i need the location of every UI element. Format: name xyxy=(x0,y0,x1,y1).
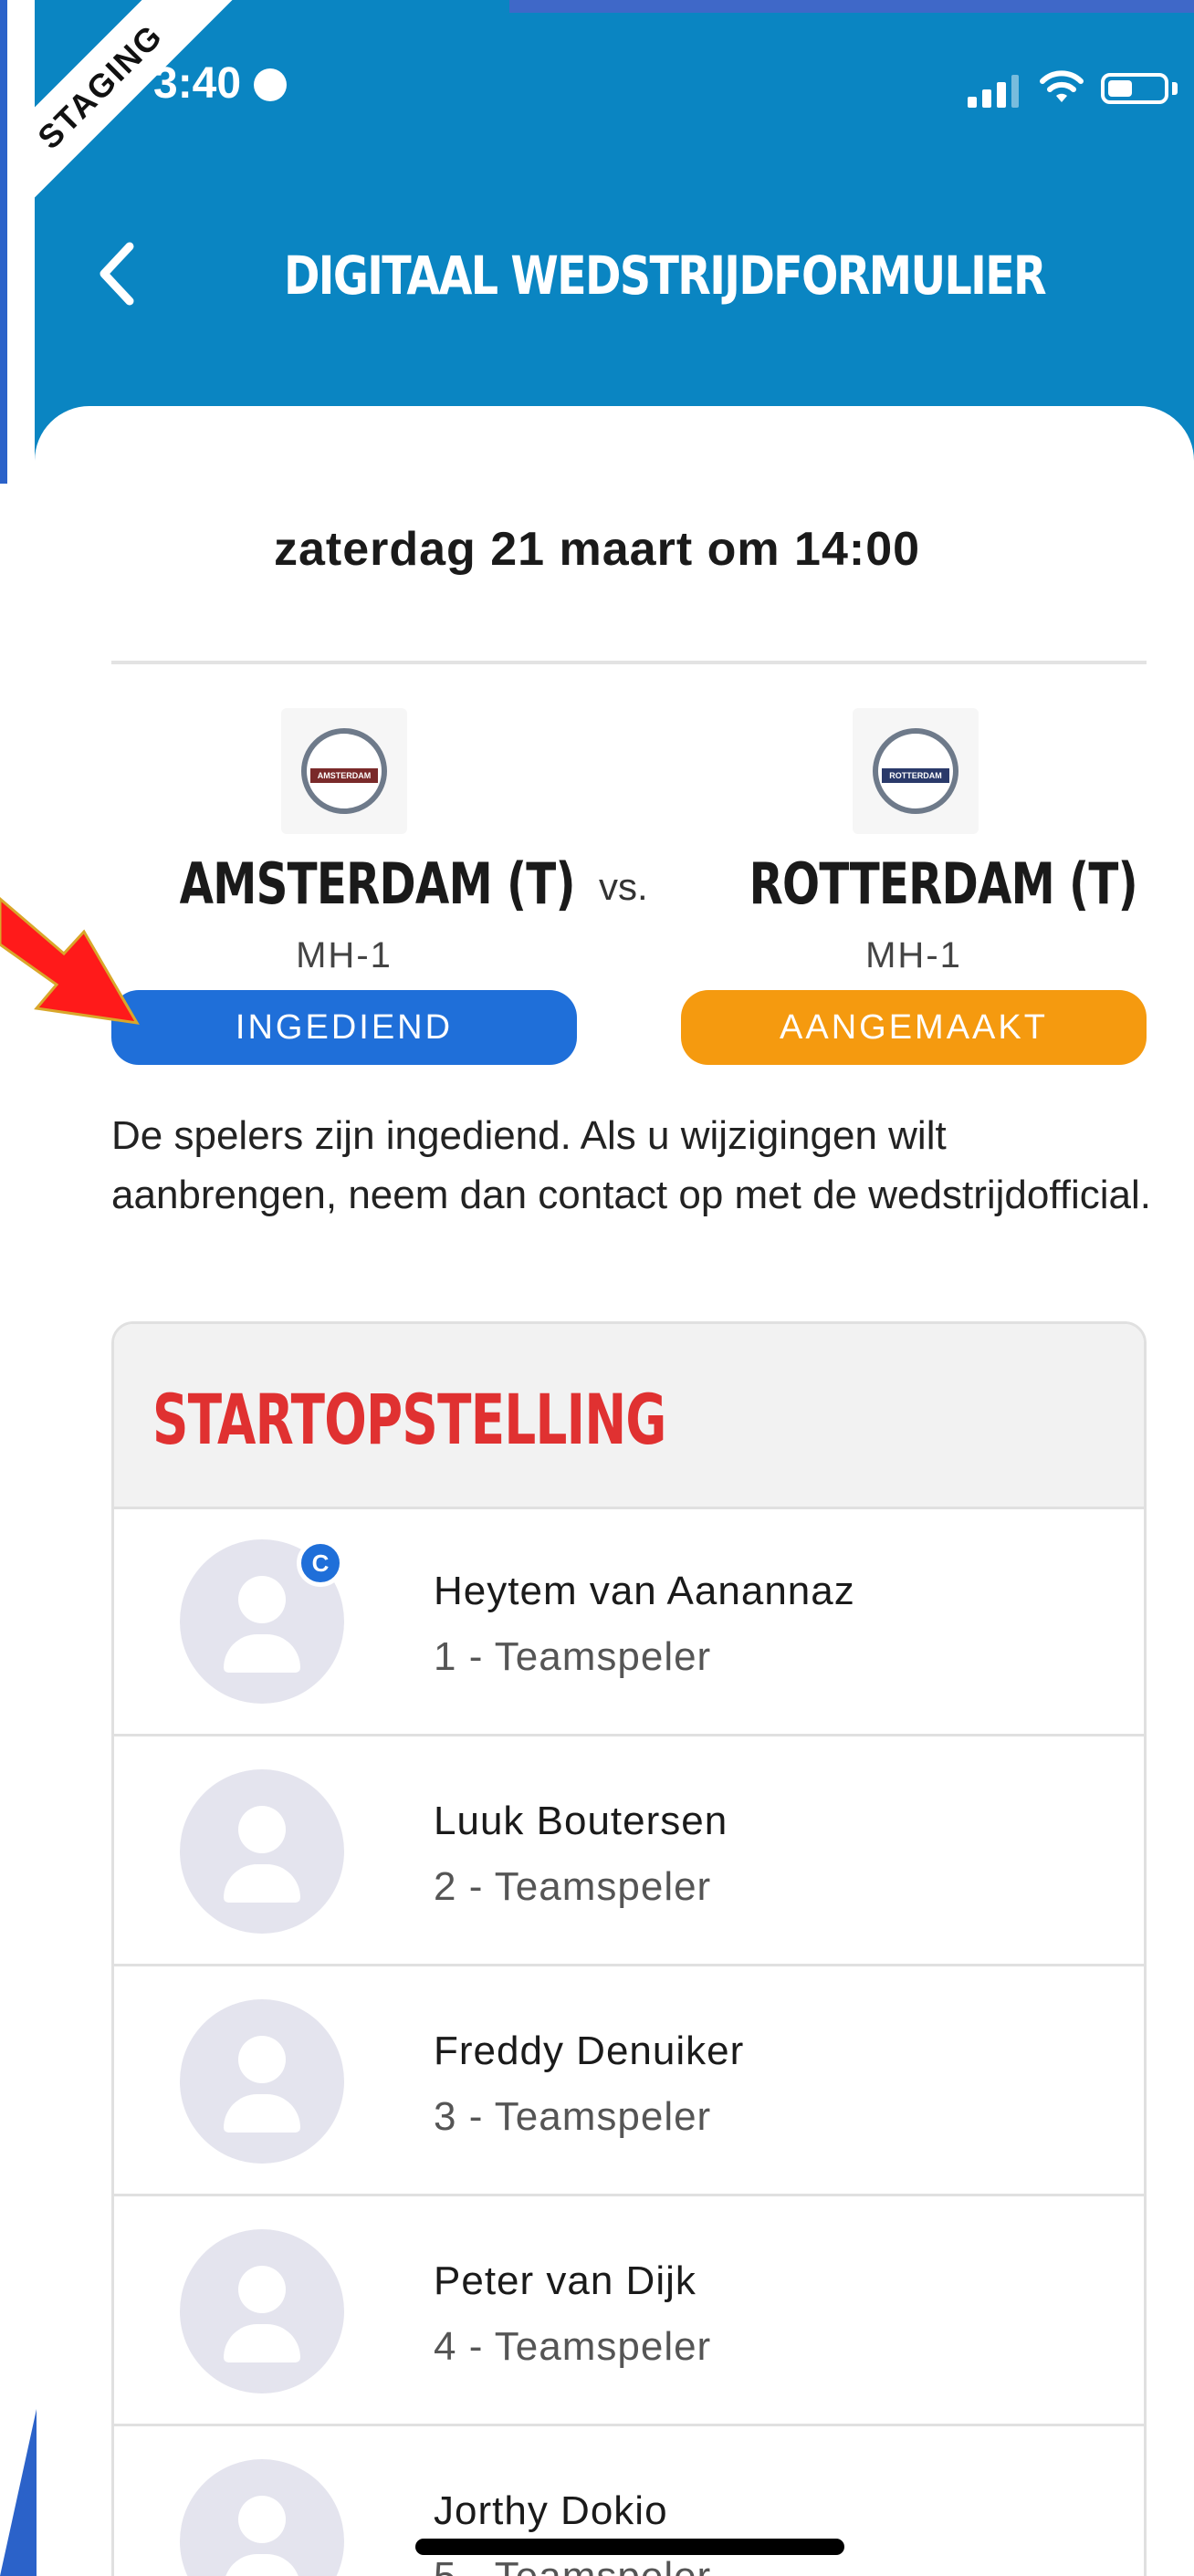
submission-notice: De spelers zijn ingediend. Als u wijzigi… xyxy=(111,1113,1152,1217)
chevron-left-icon xyxy=(100,242,134,306)
wifi-icon xyxy=(1040,70,1084,102)
avatar-head xyxy=(238,1806,286,1853)
divider xyxy=(111,661,1147,664)
away-team-category: MH-1 xyxy=(865,935,962,975)
top-edge-strip xyxy=(509,0,1194,13)
player-name: Jorthy Dokio xyxy=(434,2488,668,2533)
home-status-badge: INGEDIEND xyxy=(111,990,577,1065)
lineup-header: STARTOPSTELLING xyxy=(114,1324,1144,1509)
player-name: Freddy Denuiker xyxy=(434,2028,745,2073)
home-logo-text: AMSTERDAM xyxy=(310,768,378,783)
player-row[interactable]: Peter van Dijk 4 - Teamspeler xyxy=(114,2196,1144,2426)
avatar-body xyxy=(224,2324,300,2362)
smiley-icon xyxy=(254,68,288,101)
player-role: 5 - Teamspeler xyxy=(434,2554,711,2576)
status-bar: 3:40 xyxy=(35,37,1194,137)
home-team-category: MH-1 xyxy=(296,935,393,975)
away-team-name: ROTTERDAM (T) xyxy=(749,850,1138,917)
screenshot-page: 3:40 DIGITAAL WEDSTRIJDFORMULIER STAGING xyxy=(0,0,1194,2576)
home-indicator[interactable] xyxy=(415,2539,844,2555)
battery-icon xyxy=(1101,73,1168,104)
battery-level xyxy=(1108,80,1132,97)
avatar-icon xyxy=(180,1999,344,2164)
player-name: Peter van Dijk xyxy=(434,2258,696,2303)
avatar-body xyxy=(224,2554,300,2576)
page-title: DIGITAAL WEDSTRIJDFORMULIER xyxy=(283,245,1047,307)
avatar-icon xyxy=(180,2459,344,2576)
red-arrow-annotation-icon xyxy=(0,897,140,1025)
avatar-head xyxy=(238,2266,286,2313)
player-name: Luuk Boutersen xyxy=(434,1799,728,1843)
avatar-head xyxy=(238,1576,286,1623)
avatar-body xyxy=(224,1634,300,1673)
avatar-head xyxy=(238,2036,286,2083)
avatar-body xyxy=(224,1864,300,1903)
avatar-head xyxy=(238,2496,286,2543)
starting-lineup-card: STARTOPSTELLING C Heytem van Aanannaz 1 … xyxy=(111,1321,1147,2576)
avatar-icon xyxy=(180,1769,344,1934)
player-row[interactable]: Freddy Denuiker 3 - Teamspeler xyxy=(114,1966,1144,2196)
away-status-badge: AANGEMAAKT xyxy=(681,990,1147,1065)
away-team-logo: ROTTERDAM xyxy=(853,708,979,834)
battery-tip xyxy=(1172,82,1178,95)
status-time-text: 3:40 xyxy=(153,59,242,108)
left-edge-line xyxy=(0,0,7,484)
player-role: 4 - Teamspeler xyxy=(434,2324,712,2369)
status-time: 3:40 xyxy=(153,58,288,109)
avatar-icon xyxy=(180,2229,344,2393)
player-role: 1 - Teamspeler xyxy=(434,1634,712,1679)
left-edge-triangle xyxy=(0,2409,37,2576)
vs-label: vs. xyxy=(599,865,648,908)
player-row[interactable]: C Heytem van Aanannaz 1 - Teamspeler xyxy=(114,1507,1144,1736)
player-name: Heytem van Aanannaz xyxy=(434,1569,855,1613)
signal-icon xyxy=(968,75,1019,108)
player-row[interactable]: Luuk Boutersen 2 - Teamspeler xyxy=(114,1736,1144,1966)
away-logo-text: ROTTERDAM xyxy=(882,768,949,783)
rotterdam-logo-icon: ROTTERDAM xyxy=(873,728,958,814)
player-role: 2 - Teamspeler xyxy=(434,1864,712,1909)
home-team-logo: AMSTERDAM xyxy=(281,708,407,834)
home-team-name: AMSTERDAM (T) xyxy=(179,850,576,917)
lineup-title: STARTOPSTELLING xyxy=(152,1379,666,1460)
back-button[interactable] xyxy=(89,237,162,310)
amsterdam-logo-icon: AMSTERDAM xyxy=(301,728,387,814)
avatar-body xyxy=(224,2094,300,2133)
player-role: 3 - Teamspeler xyxy=(434,2094,712,2139)
captain-badge: C xyxy=(297,1539,344,1587)
match-date: zaterdag 21 maart om 14:00 xyxy=(273,523,921,576)
